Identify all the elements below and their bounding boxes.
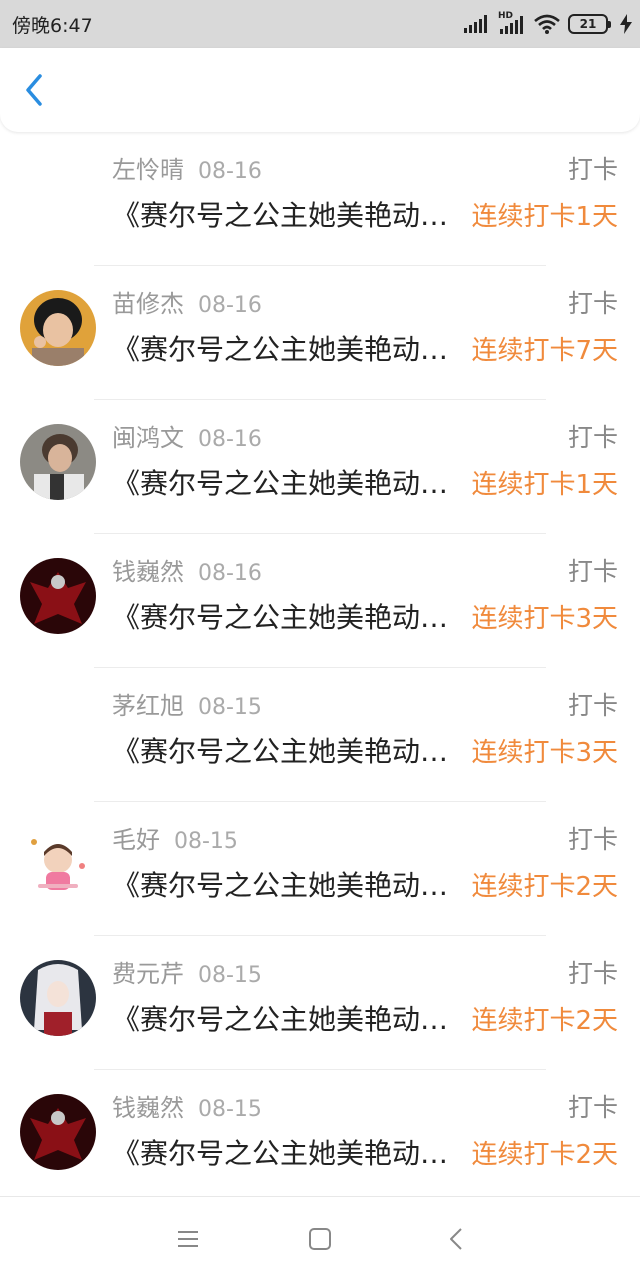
battery-icon: 21: [568, 14, 611, 34]
list-item[interactable]: 茅红旭 08-15 打卡 《赛尔号之公主她美艳动人》 连续打卡3天: [0, 668, 640, 802]
post-date: 08-15: [198, 1097, 262, 1122]
book-title: 《赛尔号之公主她美艳动人》: [112, 467, 460, 500]
action-label: 打卡: [567, 557, 618, 586]
system-nav-bar: [0, 1196, 640, 1280]
name-line: 左怜晴 08-16: [112, 150, 262, 185]
avatar[interactable]: [20, 826, 96, 902]
menu-icon: [178, 1231, 198, 1247]
book-title: 《赛尔号之公主她美艳动人》: [112, 735, 460, 768]
action-label: 打卡: [567, 423, 618, 452]
user-name: 苗修杰: [112, 290, 184, 318]
list-item[interactable]: 钱巍然 08-16 打卡 《赛尔号之公主她美艳动人》 连续打卡3天: [0, 534, 640, 668]
book-title: 《赛尔号之公主她美艳动人》: [112, 869, 460, 902]
name-line: 费元芹 08-15: [112, 954, 262, 989]
post-date: 08-15: [174, 829, 238, 854]
chevron-left-icon: [26, 74, 42, 106]
streak-label: 连续打卡3天: [471, 604, 618, 634]
streak-label: 连续打卡2天: [471, 1006, 618, 1036]
status-icons: HD 21: [464, 11, 632, 36]
name-line: 闽鸿文 08-16: [112, 418, 262, 453]
charging-icon: [620, 14, 632, 34]
nav-bar: [0, 48, 640, 132]
action-label: 打卡: [567, 1093, 618, 1122]
avatar[interactable]: [20, 424, 96, 500]
home-square-icon: [309, 1228, 331, 1250]
list-item[interactable]: 左怜晴 08-16 打卡 《赛尔号之公主她美艳动人》 连续打卡1天: [0, 132, 640, 266]
menu-button[interactable]: [172, 1223, 204, 1255]
list-item[interactable]: 费元芹 08-15 打卡 《赛尔号之公主她美艳动人》 连续打卡2天: [0, 936, 640, 1070]
avatar[interactable]: [20, 290, 96, 366]
post-date: 08-16: [198, 561, 262, 586]
user-name: 左怜晴: [112, 156, 184, 184]
post-date: 08-16: [198, 293, 262, 318]
avatar[interactable]: [20, 960, 96, 1036]
post-date: 08-15: [198, 695, 262, 720]
action-label: 打卡: [567, 289, 618, 318]
streak-label: 连续打卡2天: [471, 872, 618, 902]
user-name: 钱巍然: [112, 558, 184, 586]
streak-label: 连续打卡1天: [471, 470, 618, 500]
back-triangle-icon: [450, 1228, 462, 1250]
user-name: 毛好: [112, 826, 160, 854]
post-date: 08-16: [198, 159, 262, 184]
streak-label: 连续打卡3天: [471, 738, 618, 768]
user-name: 钱巍然: [112, 1094, 184, 1122]
list-item[interactable]: 毛好 08-15 打卡 《赛尔号之公主她美艳动人》 连续打卡2天: [0, 802, 640, 936]
avatar[interactable]: [20, 558, 96, 634]
streak-label: 连续打卡1天: [471, 202, 618, 232]
status-bar: 傍晚6:47 HD 21: [0, 0, 640, 48]
hd-signal-icon: HD: [498, 11, 526, 34]
name-line: 毛好 08-15: [112, 820, 238, 855]
user-name: 费元芹: [112, 960, 184, 988]
post-date: 08-16: [198, 427, 262, 452]
signal-icon: [464, 15, 487, 33]
action-label: 打卡: [567, 959, 618, 988]
name-line: 苗修杰 08-16: [112, 284, 262, 319]
list-item[interactable]: 闽鸿文 08-16 打卡 《赛尔号之公主她美艳动人》 连续打卡1天: [0, 400, 640, 534]
book-title: 《赛尔号之公主她美艳动人》: [112, 199, 460, 232]
name-line: 钱巍然 08-15: [112, 1088, 262, 1123]
book-title: 《赛尔号之公主她美艳动人》: [112, 601, 460, 634]
back-button[interactable]: [14, 70, 54, 110]
avatar[interactable]: [20, 1094, 96, 1170]
action-label: 打卡: [567, 691, 618, 720]
wifi-icon: [534, 14, 560, 34]
user-name: 茅红旭: [112, 692, 184, 720]
status-time: 傍晚6:47: [12, 15, 93, 37]
book-title: 《赛尔号之公主她美艳动人》: [112, 333, 460, 366]
name-line: 钱巍然 08-16: [112, 552, 262, 587]
book-title: 《赛尔号之公主她美艳动人》: [112, 1003, 460, 1036]
action-label: 打卡: [567, 155, 618, 184]
post-date: 08-15: [198, 963, 262, 988]
streak-label: 连续打卡2天: [471, 1140, 618, 1170]
system-back-button[interactable]: [440, 1223, 472, 1255]
checkin-list: 左怜晴 08-16 打卡 《赛尔号之公主她美艳动人》 连续打卡1天 苗修杰 08-1…: [0, 132, 640, 1204]
user-name: 闽鸿文: [112, 424, 184, 452]
action-label: 打卡: [567, 825, 618, 854]
list-item[interactable]: 钱巍然 08-15 打卡 《赛尔号之公主她美艳动人》 连续打卡2天: [0, 1070, 640, 1204]
list-item[interactable]: 苗修杰 08-16 打卡 《赛尔号之公主她美艳动人》 连续打卡7天: [0, 266, 640, 400]
home-button[interactable]: [304, 1223, 336, 1255]
name-line: 茅红旭 08-15: [112, 686, 262, 721]
book-title: 《赛尔号之公主她美艳动人》: [112, 1137, 460, 1170]
streak-label: 连续打卡7天: [471, 336, 618, 366]
